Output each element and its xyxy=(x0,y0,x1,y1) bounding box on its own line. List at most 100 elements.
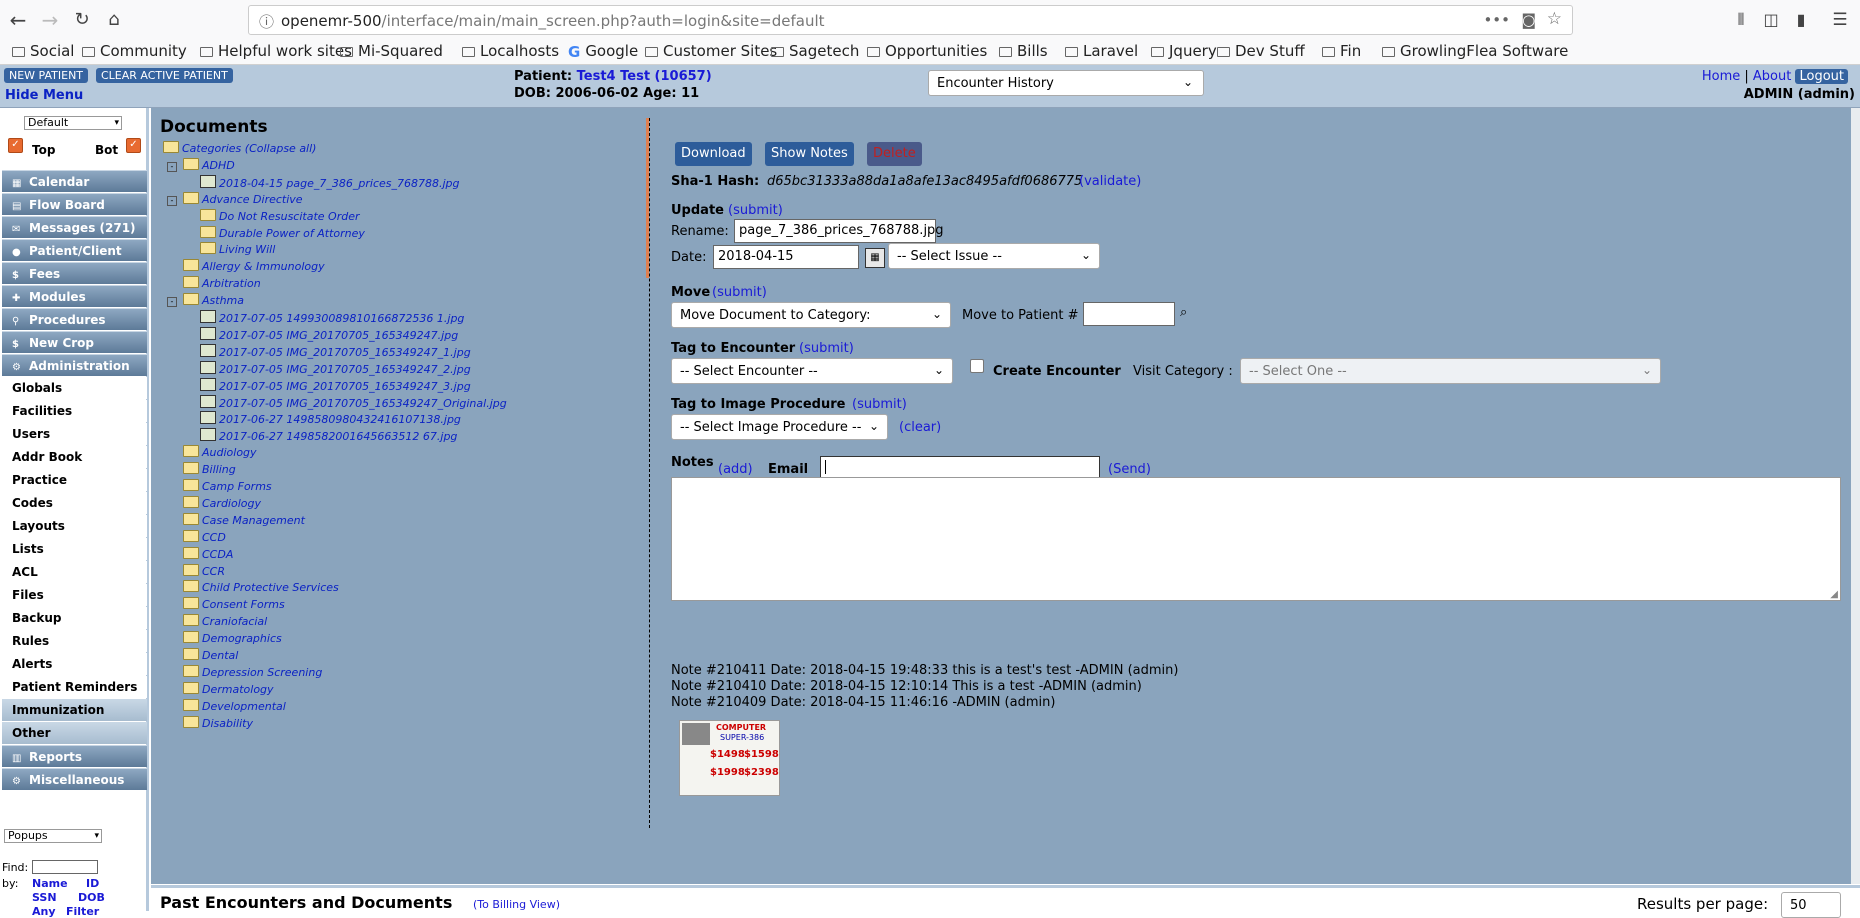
menu-item-alerts[interactable]: Alerts xyxy=(2,653,147,675)
menu-item-modules[interactable]: ✚ Modules xyxy=(2,285,147,307)
tree-category[interactable]: Do Not Resuscitate Order xyxy=(184,208,360,223)
tree-document[interactable]: 2017-07-05 IMG_20170705_165349247_3.jpg xyxy=(184,377,471,393)
tree-document[interactable]: 2017-07-05 IMG_20170705_165349247.jpg xyxy=(184,326,458,342)
bookmark-community[interactable]: Community xyxy=(82,42,187,60)
send-link[interactable]: (Send) xyxy=(1108,462,1151,477)
select-encounter-dropdown[interactable]: -- Select Encounter -- ⌄ xyxy=(671,358,953,384)
menu-item-addr-book[interactable]: Addr Book xyxy=(2,446,147,468)
bot-checkbox[interactable]: ✓ xyxy=(126,138,141,153)
hide-menu-link[interactable]: Hide Menu xyxy=(5,88,83,103)
find-by-name-link[interactable]: Name xyxy=(32,877,68,890)
bookmark-dev-stuff[interactable]: Dev Stuff xyxy=(1217,42,1305,60)
vertical-scrollbar[interactable] xyxy=(1851,108,1860,884)
tree-category[interactable]: CCR xyxy=(167,563,225,578)
menu-item-codes[interactable]: Codes xyxy=(2,492,147,514)
home-link[interactable]: Home xyxy=(1702,69,1740,84)
about-link[interactable]: About xyxy=(1753,69,1791,84)
select-image-procedure-dropdown[interactable]: -- Select Image Procedure -- ⌄ xyxy=(671,414,888,440)
update-submit-link[interactable]: (submit) xyxy=(728,203,783,218)
tree-category[interactable]: Living Will xyxy=(184,242,275,256)
reader-icon[interactable]: ▮ xyxy=(1787,6,1815,34)
bookmark-growlingflea-software[interactable]: GrowlingFlea Software xyxy=(1382,42,1568,60)
bookmark-laravel[interactable]: Laravel xyxy=(1065,42,1138,60)
delete-button[interactable]: Delete xyxy=(867,142,922,166)
search-icon[interactable]: ⌕ xyxy=(1180,305,1187,320)
expander-icon[interactable]: - xyxy=(167,161,177,172)
menu-item-flow-board[interactable]: ▤ Flow Board xyxy=(2,193,147,215)
tree-category[interactable]: Camp Forms xyxy=(167,479,272,493)
find-by-dob-link[interactable]: DOB xyxy=(78,891,105,904)
bookmark-sagetech[interactable]: Sagetech xyxy=(771,42,859,60)
back-icon[interactable]: ← xyxy=(4,6,32,34)
more-icon[interactable]: ••• xyxy=(1483,11,1510,29)
tag-encounter-submit-link[interactable]: (submit) xyxy=(799,341,854,356)
layout-select[interactable]: Default ▾ xyxy=(24,116,122,130)
forward-icon[interactable]: → xyxy=(36,6,64,34)
tag-image-submit-link[interactable]: (submit) xyxy=(852,397,907,412)
tree-category[interactable]: Dermatology xyxy=(167,681,274,696)
menu-item-backup[interactable]: Backup xyxy=(2,607,147,629)
tree-category[interactable]: Demographics xyxy=(167,631,282,645)
tree-category[interactable]: Audiology xyxy=(167,445,257,459)
tree-category[interactable]: Categories (Collapse all) xyxy=(163,141,316,155)
tree-category[interactable]: Developmental xyxy=(167,698,286,713)
tree-document[interactable]: 2017-07-05 IMG_20170705_165349247_1.jpg xyxy=(184,343,471,359)
encounter-history-select[interactable]: Encounter History ⌄ xyxy=(928,70,1204,96)
show-notes-button[interactable]: Show Notes xyxy=(765,142,854,166)
bookmark-opportunities[interactable]: Opportunities xyxy=(867,42,987,60)
menu-item-layouts[interactable]: Layouts xyxy=(2,515,147,537)
tree-category[interactable]: Disability xyxy=(167,715,253,730)
move-patient-input[interactable] xyxy=(1083,302,1175,326)
menu-item-immunization[interactable]: Immunization xyxy=(2,699,147,721)
tree-category[interactable]: Depression Screening xyxy=(167,664,322,679)
sidebar-icon[interactable]: ◫ xyxy=(1757,6,1785,34)
pocket-icon[interactable]: ◙ xyxy=(1521,11,1536,29)
url-bar[interactable]: ⓘ openemr-500/interface/main/main_screen… xyxy=(248,5,1573,35)
billing-view-link[interactable]: (To Billing View) xyxy=(473,898,560,911)
tree-category[interactable]: - Advance Directive xyxy=(167,191,303,206)
reload-icon[interactable]: ↻ xyxy=(68,6,96,34)
menu-item-globals[interactable]: Globals xyxy=(2,377,147,399)
top-checkbox[interactable]: ✓ xyxy=(8,138,23,153)
menu-item-messages-271[interactable]: ✉ Messages (271) xyxy=(2,216,147,238)
menu-item-new-crop[interactable]: $ New Crop xyxy=(2,331,147,353)
tree-document[interactable]: 2018-04-15 page_7_386_prices_768788.jpg xyxy=(184,174,460,190)
menu-item-facilities[interactable]: Facilities xyxy=(2,400,147,422)
tree-category[interactable]: Allergy & Immunology xyxy=(167,259,325,273)
date-input[interactable]: 2018-04-15 xyxy=(713,245,859,269)
download-button[interactable]: Download xyxy=(675,142,752,166)
tree-category[interactable]: - ADHD xyxy=(167,157,235,172)
splitter-divider[interactable] xyxy=(649,118,650,828)
menu-item-rules[interactable]: Rules xyxy=(2,630,147,652)
star-icon[interactable]: ☆ xyxy=(1547,9,1562,29)
menu-item-fees[interactable]: $ Fees xyxy=(2,262,147,284)
resize-handle-icon[interactable]: ◢ xyxy=(1830,589,1838,600)
clear-link[interactable]: (clear) xyxy=(899,420,941,435)
hamburger-menu-icon[interactable]: ☰ xyxy=(1826,6,1854,34)
info-icon[interactable]: ⓘ xyxy=(259,11,274,32)
validate-link[interactable]: (validate) xyxy=(1079,174,1141,189)
select-issue-dropdown[interactable]: -- Select Issue -- ⌄ xyxy=(888,243,1100,269)
find-by-id-link[interactable]: ID xyxy=(86,877,99,890)
find-input[interactable] xyxy=(32,860,98,874)
menu-item-practice[interactable]: Practice xyxy=(2,469,147,491)
menu-item-miscellaneous[interactable]: ⚙ Miscellaneous xyxy=(2,768,147,790)
tree-category[interactable]: Billing xyxy=(167,462,236,476)
menu-item-calendar[interactable]: ▦ Calendar xyxy=(2,170,147,192)
patient-name-link[interactable]: Test4 Test (10657) xyxy=(577,69,712,84)
calendar-icon[interactable]: ▦ xyxy=(865,248,885,268)
library-icon[interactable]: ⫴ xyxy=(1727,6,1755,34)
tree-category[interactable]: Case Management xyxy=(167,512,305,527)
logout-button[interactable]: Logout xyxy=(1795,69,1848,84)
menu-item-patient-reminders[interactable]: Patient Reminders xyxy=(2,676,147,698)
tree-document[interactable]: 2017-06-27 1498582001645663512 67.jpg xyxy=(184,428,457,443)
expander-icon[interactable]: - xyxy=(167,297,177,308)
bookmark-social[interactable]: Social xyxy=(12,42,74,60)
menu-item-reports[interactable]: ▥ Reports xyxy=(2,745,147,767)
tree-category[interactable]: Arbitration xyxy=(167,276,261,290)
bookmark-bills[interactable]: Bills xyxy=(999,42,1048,60)
menu-item-patient-client[interactable]: ● Patient/Client xyxy=(2,239,147,261)
tree-category[interactable]: Child Protective Services xyxy=(167,580,339,594)
visit-category-dropdown[interactable]: -- Select One -- ⌄ xyxy=(1240,358,1661,384)
find-by-ssn-link[interactable]: SSN xyxy=(32,891,57,904)
